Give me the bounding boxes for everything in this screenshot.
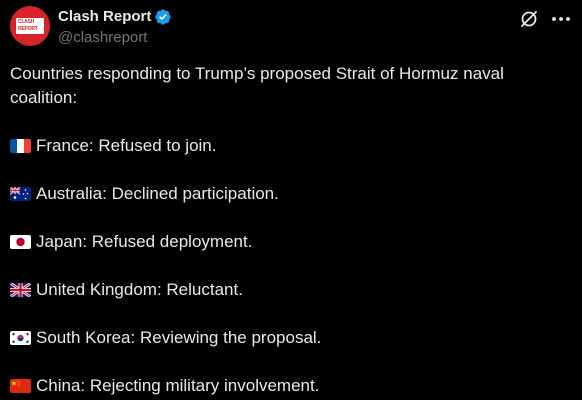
post-text: Countries responding to Trump’s proposed… [10,62,570,398]
list-item-text: United Kingdom: Reluctant. [36,280,243,299]
list-item: United Kingdom: Reluctant. [10,278,570,302]
south-korea-flag-icon [10,331,31,345]
list-item-text: Japan: Refused deployment. [36,232,253,251]
post: CLASH REPORT Clash Report @clashreport C… [0,0,582,400]
avatar-logo-text-2: REPORT [18,26,38,32]
avatar-logo: CLASH REPORT [16,18,44,34]
more-icon[interactable] [550,8,572,30]
uk-flag-icon [10,283,31,297]
display-name[interactable]: Clash Report [58,7,151,27]
list-item-text: South Korea: Reviewing the proposal. [36,328,322,347]
china-flag-icon [10,379,31,393]
verified-badge-icon [154,8,172,26]
list-item-text: Australia: Declined participation. [36,184,279,203]
list-item: China: Rejecting military involvement. [10,374,570,398]
avatar[interactable]: CLASH REPORT [10,6,50,46]
list-item: Australia: Declined participation. [10,182,570,206]
avatar-logo-text-1: CLASH [18,19,35,25]
france-flag-icon [10,139,31,153]
post-intro: Countries responding to Trump’s proposed… [10,64,504,107]
post-header: CLASH REPORT Clash Report @clashreport [10,6,572,50]
list-item-text: France: Refused to join. [36,136,217,155]
list-item-text: China: Rejecting military involvement. [36,376,320,395]
author-handle[interactable]: @clashreport [58,28,172,48]
japan-flag-icon [10,235,31,249]
author-names: Clash Report @clashreport [58,6,172,48]
grok-icon[interactable] [518,8,540,30]
display-name-row: Clash Report [58,6,172,27]
list-item: South Korea: Reviewing the proposal. [10,326,570,350]
list-item: Japan: Refused deployment. [10,230,570,254]
list-item: France: Refused to join. [10,134,570,158]
australia-flag-icon [10,187,31,201]
